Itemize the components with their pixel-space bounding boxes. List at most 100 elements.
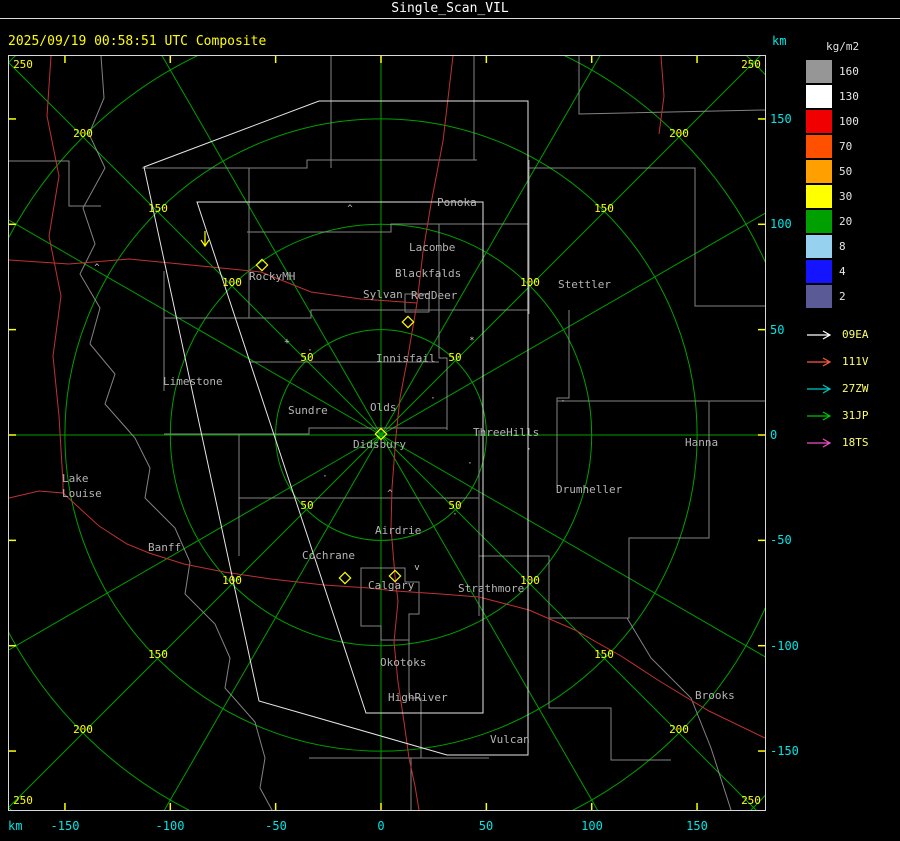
scale-row: 30 bbox=[806, 184, 900, 209]
range-ring-label: 250 bbox=[741, 794, 761, 807]
radar-row: 27ZW bbox=[806, 375, 900, 402]
right-axis-label: 100 bbox=[770, 217, 792, 231]
scale-row: 130 bbox=[806, 84, 900, 109]
boundary-north bbox=[142, 56, 765, 391]
radar-id: 27ZW bbox=[842, 382, 869, 395]
range-ring-label: 250 bbox=[13, 794, 33, 807]
radar-row: 31JP bbox=[806, 402, 900, 429]
city-label: Sylvan bbox=[363, 288, 403, 301]
bottom-axis-unit: km bbox=[8, 819, 23, 833]
scale-row: 100 bbox=[806, 109, 900, 134]
axis-ticks bbox=[9, 56, 765, 810]
range-ring-label: 250 bbox=[741, 58, 761, 71]
radar-arrow-icon bbox=[807, 356, 832, 367]
scale-row: 20 bbox=[806, 209, 900, 234]
scale-value: 160 bbox=[839, 65, 859, 78]
county-boundaries bbox=[9, 56, 765, 810]
legend-unit: kg/m2 bbox=[826, 40, 860, 53]
city-label: Banff bbox=[148, 541, 181, 554]
map-point-marker: ^ bbox=[347, 204, 353, 214]
station-diamond-icon bbox=[401, 315, 415, 329]
map-point-marker: · bbox=[467, 459, 472, 469]
city-label: Stettler bbox=[558, 278, 611, 291]
legend-panel: kg/m2 160 130 100 70 50 30 20 8 4 2 09EA 111V 27ZW 3… bbox=[806, 40, 900, 456]
range-ring-label: 200 bbox=[669, 723, 689, 736]
city-label: Drumheller bbox=[556, 483, 623, 496]
bottom-axis-label: -100 bbox=[155, 819, 185, 833]
scale-value: 2 bbox=[839, 290, 846, 303]
city-label: Lacombe bbox=[409, 241, 455, 254]
right-axis-label: -150 bbox=[770, 744, 799, 758]
right-axis-label: 50 bbox=[770, 323, 785, 337]
city-label: HighRiver bbox=[388, 691, 448, 704]
range-ring-label: 150 bbox=[148, 648, 168, 661]
city-label: RedDeer bbox=[411, 289, 458, 302]
right-axis-label: -50 bbox=[770, 533, 792, 547]
city-label: Louise bbox=[62, 487, 102, 500]
range-ring-label: 150 bbox=[594, 202, 614, 215]
city-label: Hanna bbox=[685, 436, 718, 449]
title-bar: Single_Scan_VIL bbox=[0, 0, 900, 19]
scale-value: 130 bbox=[839, 90, 859, 103]
scale-value: 8 bbox=[839, 240, 846, 253]
range-ring-label: 50 bbox=[300, 499, 313, 512]
radar-map[interactable]: 5050505010010010010015015015015020020020… bbox=[9, 56, 765, 810]
radar-arrow-icon bbox=[807, 383, 832, 394]
map-point-marker: + bbox=[284, 337, 290, 347]
city-label: Lake bbox=[62, 472, 89, 485]
scale-value: 30 bbox=[839, 190, 853, 203]
city-label: Brooks bbox=[695, 689, 735, 702]
city-label: Cochrane bbox=[302, 549, 355, 562]
scale-swatch bbox=[806, 110, 832, 133]
radar-id: 09EA bbox=[842, 328, 869, 341]
scale-swatch bbox=[806, 260, 832, 283]
city-label: Strathmore bbox=[458, 582, 524, 595]
scale-value: 50 bbox=[839, 165, 853, 178]
bottom-axis-label: -150 bbox=[50, 819, 80, 833]
bottom-axis-label: 150 bbox=[686, 819, 708, 833]
city-label: RockyMH bbox=[249, 270, 295, 283]
range-ring-label: 150 bbox=[594, 648, 614, 661]
radar-arrow-icon bbox=[807, 437, 832, 448]
scale-swatch bbox=[806, 185, 832, 208]
radar-legend: 09EA 111V 27ZW 31JP 18TS bbox=[806, 321, 900, 456]
radar-arrow-icon bbox=[807, 329, 832, 340]
map-point-marker: ^ bbox=[94, 263, 100, 273]
radar-plot[interactable]: 50 50 50 50 100 100 100 100 150 150 150 150 200 200 20… bbox=[8, 55, 766, 811]
range-ring-label: 50 bbox=[448, 351, 461, 364]
boundary-south bbox=[309, 401, 732, 810]
scale-row: 50 bbox=[806, 159, 900, 184]
radar-id: 31JP bbox=[842, 409, 869, 422]
city-label: Innisfail bbox=[376, 352, 436, 365]
scale-row: 4 bbox=[806, 259, 900, 284]
city-label: Sundre bbox=[288, 404, 328, 417]
scale-swatch bbox=[806, 235, 832, 258]
bottom-axis-label: -50 bbox=[265, 819, 287, 833]
scale-swatch bbox=[806, 160, 832, 183]
bottom-axis-label: 100 bbox=[581, 819, 603, 833]
city-label: Calgary bbox=[368, 579, 415, 592]
range-ring-label: 250 bbox=[13, 58, 33, 71]
radar-row: 111V bbox=[806, 348, 900, 375]
radar-id: 18TS bbox=[842, 436, 869, 449]
map-point-marker: v bbox=[414, 563, 419, 573]
grid-radial bbox=[9, 219, 382, 436]
range-ring-label: 100 bbox=[222, 276, 242, 289]
city-label: ThreeHills bbox=[473, 426, 539, 439]
range-ring-label: 100 bbox=[520, 276, 540, 289]
scale-swatch bbox=[806, 135, 832, 158]
vil-scale: 160 130 100 70 50 30 20 8 4 2 bbox=[806, 59, 900, 309]
right-axis-label: 0 bbox=[770, 428, 778, 442]
city-label: Okotoks bbox=[380, 656, 426, 669]
ring-labels: 5050505010010010010015015015015020020020… bbox=[13, 58, 761, 807]
radar-arrow-icon bbox=[807, 410, 832, 421]
station-diamond-icon bbox=[338, 571, 352, 585]
city-label: Olds bbox=[370, 401, 397, 414]
range-ring-label: 200 bbox=[669, 127, 689, 140]
range-ring-label: 200 bbox=[73, 723, 93, 736]
grid-radial bbox=[380, 434, 765, 658]
scale-value: 70 bbox=[839, 140, 853, 153]
map-point-marker: ^ bbox=[387, 489, 393, 499]
right-axis-label: -100 bbox=[770, 639, 799, 653]
city-label: Limestone bbox=[163, 375, 223, 388]
